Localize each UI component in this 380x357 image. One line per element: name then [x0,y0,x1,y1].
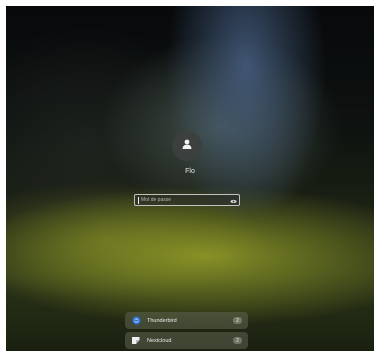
notification-app-name: Thunderbird [147,317,177,324]
notification-app-name: Nextcloud [147,337,172,344]
notification-thunderbird[interactable]: Thunderbird 2 [125,312,248,329]
notification-count-badge: 2 [233,317,242,324]
thunderbird-icon [131,316,141,326]
password-field[interactable] [134,194,240,206]
notification-count-badge: 2 [233,337,242,344]
avatar [172,131,202,161]
nextcloud-icon [131,336,141,346]
password-input[interactable] [139,195,227,205]
eye-icon [229,191,237,209]
notification-nextcloud[interactable]: Nextcloud 2 [125,332,248,349]
user-name: Flo [185,168,195,175]
show-password-button[interactable] [227,195,239,205]
lock-screen: Flo Thunderbird 2 Nextcloud 2 [6,6,374,351]
user-icon [181,137,193,155]
